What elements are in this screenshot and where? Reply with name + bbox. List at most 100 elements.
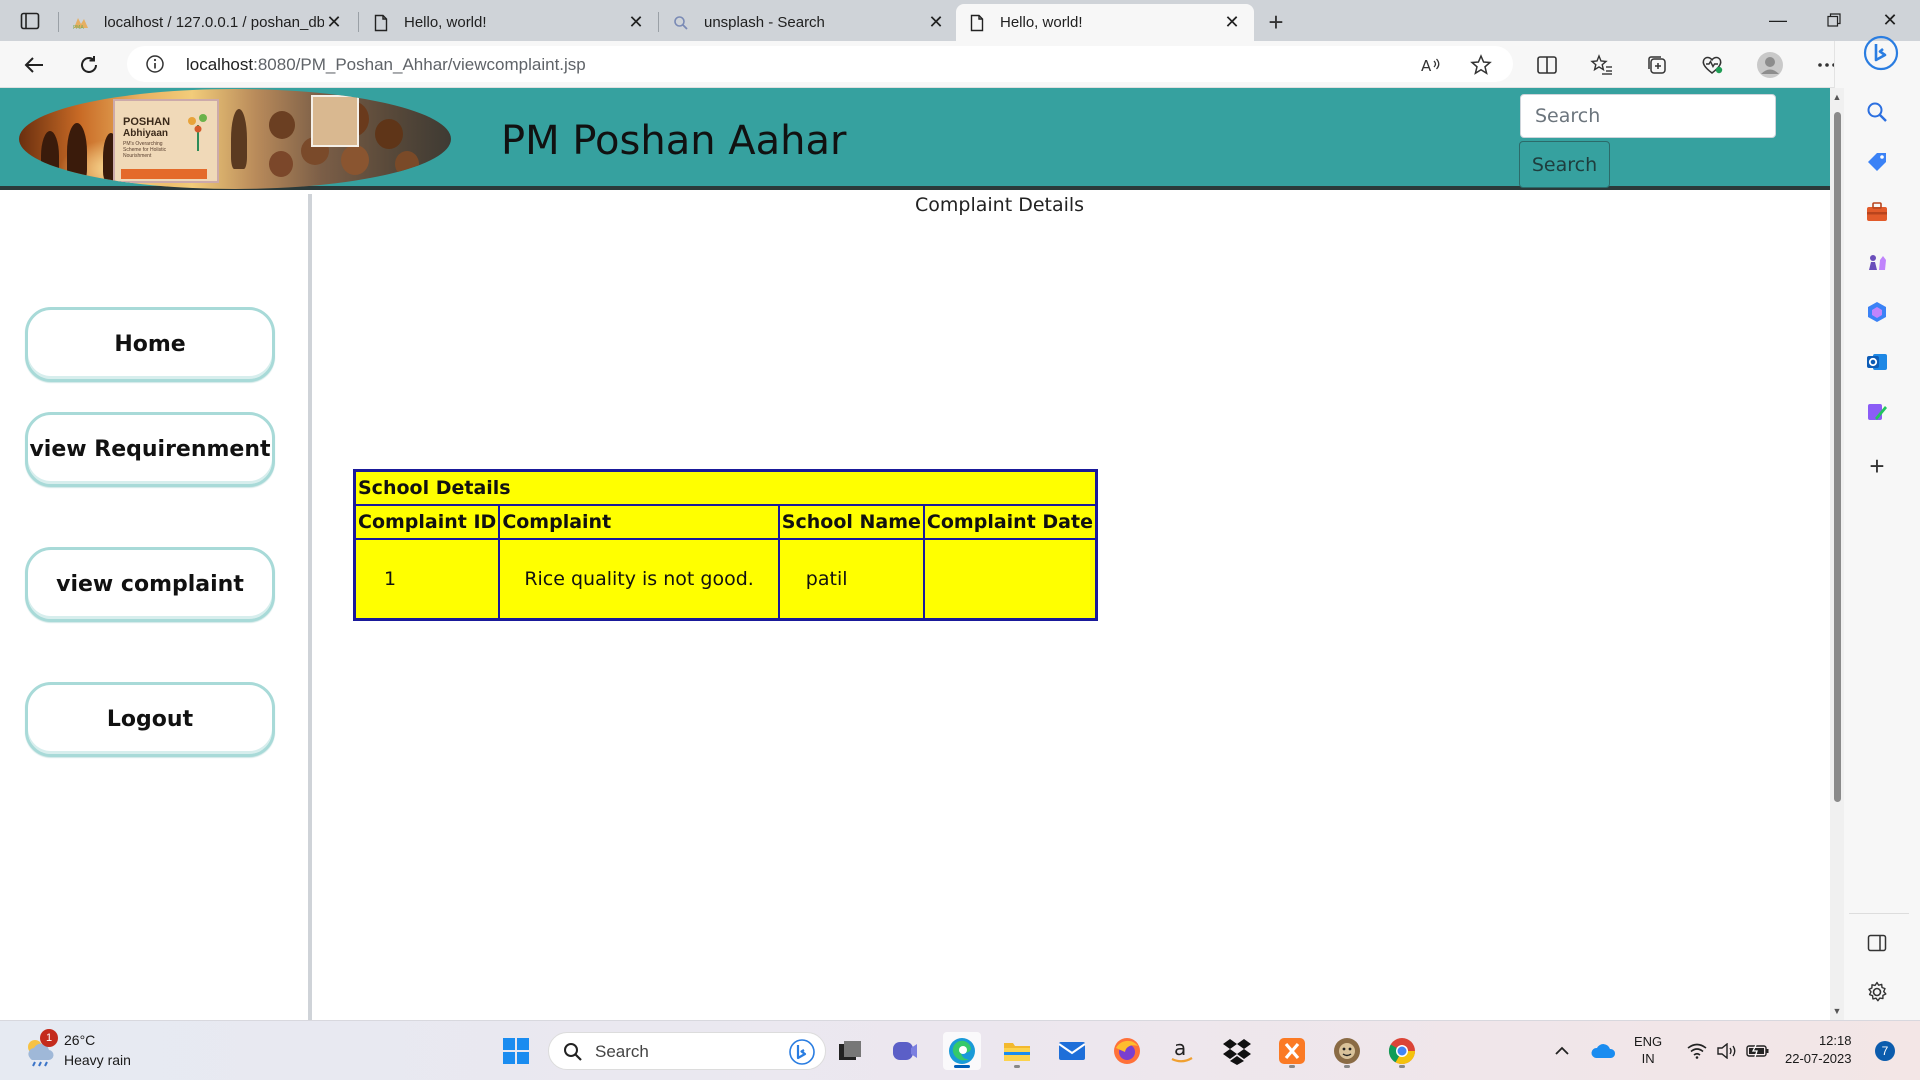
notification-count-badge[interactable]: 7 bbox=[1875, 1041, 1895, 1061]
cell-complaint-date bbox=[922, 537, 1098, 621]
page-viewport: POSHAN Abhiyaan PM's Overarching Scheme … bbox=[0, 88, 1834, 1020]
tab-hello-world-active[interactable]: Hello, world! ✕ bbox=[956, 4, 1254, 41]
table-row: 1 Rice quality is not good. patil bbox=[353, 537, 1098, 621]
close-tab-icon[interactable]: ✕ bbox=[926, 12, 946, 33]
complaint-table: School Details Complaint ID Complaint Sc… bbox=[353, 469, 1098, 621]
table-caption-row: School Details bbox=[353, 469, 1098, 506]
browser-tab-strip: PMA localhost / 127.0.0.1 / poshan_db ✕ … bbox=[0, 0, 1920, 41]
svg-text:A: A bbox=[1421, 57, 1432, 75]
site-header: POSHAN Abhiyaan PM's Overarching Scheme … bbox=[0, 88, 1830, 190]
tab-actions-icon[interactable] bbox=[14, 8, 46, 34]
amazon-icon[interactable]: a bbox=[1163, 1032, 1201, 1070]
browser-essentials-icon[interactable] bbox=[1696, 49, 1728, 81]
column-header-complaint: Complaint bbox=[498, 503, 780, 540]
url-host: localhost bbox=[186, 55, 254, 74]
search-icon bbox=[672, 14, 690, 32]
profile-avatar-icon[interactable] bbox=[1754, 49, 1786, 81]
nav-view-complaint-button[interactable]: view complaint bbox=[25, 547, 275, 622]
file-explorer-icon[interactable] bbox=[998, 1032, 1036, 1070]
mail-icon[interactable] bbox=[1053, 1032, 1091, 1070]
add-sidebar-app-icon[interactable]: + bbox=[1862, 451, 1892, 481]
logo-line-1: POSHAN bbox=[123, 116, 171, 128]
new-tab-icon[interactable]: + bbox=[1262, 7, 1290, 37]
taskbar-search-box[interactable]: Search bbox=[548, 1032, 826, 1070]
back-arrow-icon[interactable] bbox=[18, 49, 50, 81]
table-header-row: Complaint ID Complaint School Name Compl… bbox=[353, 503, 1098, 540]
outlook-icon[interactable] bbox=[1862, 347, 1892, 377]
firefox-icon[interactable] bbox=[1108, 1032, 1146, 1070]
settings-gear-icon[interactable] bbox=[1862, 977, 1892, 1007]
windows-taskbar: 1 26°C Heavy rain Search a ENG IN 12:18 … bbox=[0, 1020, 1920, 1080]
tomcat-server-icon[interactable] bbox=[1328, 1032, 1366, 1070]
tab-hello-world-1[interactable]: Hello, world! ✕ bbox=[360, 4, 658, 41]
edge-browser-icon[interactable] bbox=[943, 1032, 981, 1070]
minimize-icon[interactable]: — bbox=[1750, 0, 1806, 40]
xampp-icon[interactable] bbox=[1273, 1032, 1311, 1070]
input-language-indicator[interactable]: ENG IN bbox=[1634, 1033, 1662, 1067]
tab-phpmyadmin[interactable]: PMA localhost / 127.0.0.1 / poshan_db ✕ bbox=[60, 4, 356, 41]
tools-briefcase-icon[interactable] bbox=[1862, 197, 1892, 227]
url-text: localhost:8080/PM_Poshan_Ahhar/viewcompl… bbox=[186, 55, 586, 75]
logo-line-3: PM's Overarching Scheme for Holistic Nou… bbox=[123, 141, 167, 159]
nav-logout-button[interactable]: Logout bbox=[25, 682, 275, 757]
nav-home-button[interactable]: Home bbox=[25, 307, 275, 382]
close-tab-icon[interactable]: ✕ bbox=[1222, 12, 1242, 33]
site-search-input[interactable] bbox=[1520, 94, 1776, 138]
dropbox-icon[interactable] bbox=[1218, 1032, 1256, 1070]
designer-icon[interactable] bbox=[1862, 397, 1892, 427]
weather-description: Heavy rain bbox=[64, 1052, 131, 1068]
page-scrollbar[interactable]: ▲ ▼ bbox=[1830, 88, 1844, 1020]
nav-view-requirement-button[interactable]: view Requirenment bbox=[25, 412, 275, 487]
page-icon bbox=[372, 14, 390, 32]
onedrive-cloud-icon[interactable] bbox=[1588, 1021, 1618, 1080]
games-chess-icon[interactable] bbox=[1862, 247, 1892, 277]
microsoft-365-icon[interactable] bbox=[1862, 297, 1892, 327]
weather-temperature: 26°C bbox=[64, 1032, 96, 1048]
refresh-icon[interactable] bbox=[73, 49, 105, 81]
taskbar-search-label: Search bbox=[595, 1042, 649, 1061]
page-heading: Complaint Details bbox=[915, 194, 1085, 216]
tab-unsplash-search[interactable]: unsplash - Search ✕ bbox=[660, 4, 958, 41]
windows-start-icon[interactable] bbox=[497, 1032, 535, 1070]
scroll-up-arrow-icon[interactable]: ▲ bbox=[1832, 92, 1842, 102]
page-icon bbox=[968, 14, 986, 32]
left-navigation: Home view Requirenment view complaint Lo… bbox=[0, 194, 312, 1020]
show-hidden-icons-chevron-icon[interactable] bbox=[1550, 1021, 1574, 1080]
language-code: ENG bbox=[1634, 1034, 1663, 1049]
header-banner-image: POSHAN Abhiyaan PM's Overarching Scheme … bbox=[19, 89, 451, 189]
system-clock[interactable]: 12:18 22-07-2023 bbox=[1785, 1032, 1852, 1068]
tab-label: Hello, world! bbox=[404, 14, 487, 31]
svg-text:PMA: PMA bbox=[73, 25, 84, 30]
close-tab-icon[interactable]: ✕ bbox=[626, 12, 646, 33]
scroll-down-arrow-icon[interactable]: ▼ bbox=[1832, 1006, 1842, 1016]
wifi-icon[interactable] bbox=[1684, 1021, 1710, 1080]
url-path: :8080/PM_Poshan_Ahhar/viewcomplaint.jsp bbox=[253, 55, 586, 74]
bing-chat-icon[interactable] bbox=[1863, 33, 1899, 73]
cell-complaint-id: 1 bbox=[353, 537, 501, 621]
address-bar[interactable]: localhost:8080/PM_Poshan_Ahhar/viewcompl… bbox=[127, 46, 1513, 82]
clock-date: 22-07-2023 bbox=[1785, 1051, 1852, 1066]
bing-icon bbox=[789, 1039, 815, 1065]
favorite-star-icon[interactable] bbox=[1465, 49, 1497, 81]
sidebar-layout-icon[interactable] bbox=[1862, 928, 1892, 958]
chrome-icon[interactable] bbox=[1383, 1032, 1421, 1070]
task-view-icon[interactable] bbox=[831, 1032, 869, 1070]
edge-sidebar: + bbox=[1834, 35, 1920, 1020]
volume-icon[interactable] bbox=[1714, 1021, 1740, 1080]
column-header-complaint-id: Complaint ID bbox=[353, 503, 501, 540]
site-title: PM Poshan Aahar bbox=[501, 118, 847, 164]
logo-hindi-strip bbox=[121, 169, 207, 179]
close-tab-icon[interactable]: ✕ bbox=[324, 12, 344, 33]
collections-icon[interactable] bbox=[1641, 49, 1673, 81]
split-screen-icon[interactable] bbox=[1531, 49, 1563, 81]
shopping-tag-icon[interactable] bbox=[1862, 147, 1892, 177]
search-icon[interactable] bbox=[1862, 97, 1892, 127]
battery-charging-icon[interactable] bbox=[1744, 1021, 1772, 1080]
teams-meet-icon[interactable] bbox=[886, 1032, 924, 1070]
site-search-button[interactable]: Search bbox=[1519, 141, 1610, 188]
read-aloud-icon[interactable]: A bbox=[1415, 49, 1447, 81]
restore-icon[interactable] bbox=[1806, 0, 1862, 40]
site-info-icon[interactable] bbox=[145, 54, 165, 74]
favorites-icon[interactable] bbox=[1586, 49, 1618, 81]
scrollbar-thumb[interactable] bbox=[1834, 112, 1841, 802]
